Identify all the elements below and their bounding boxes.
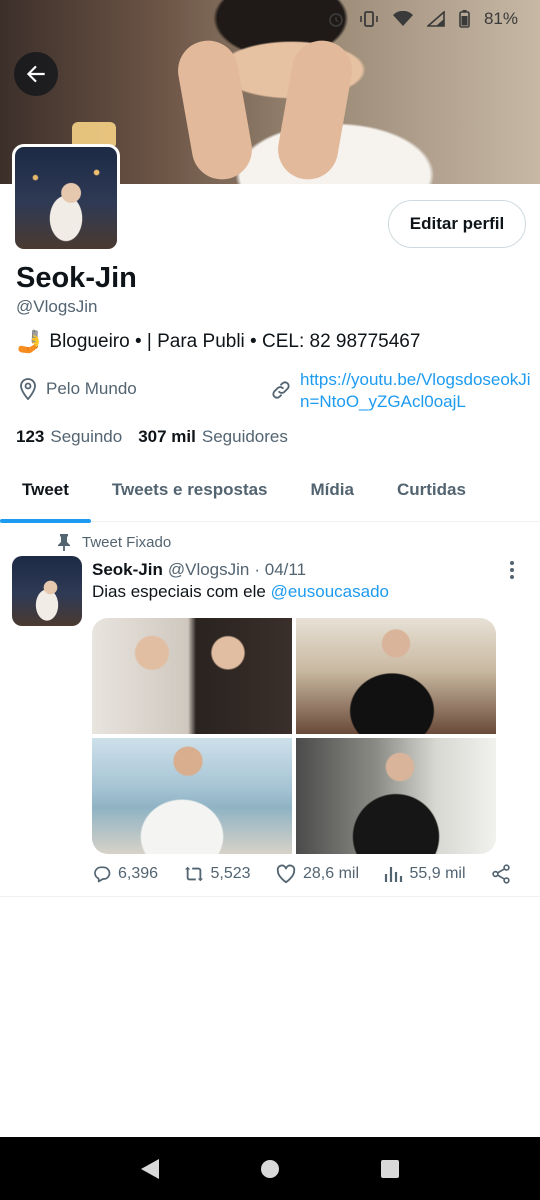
tab-tweets-and-replies[interactable]: Tweets e respostas [112, 458, 268, 522]
square-recents-icon [381, 1159, 399, 1178]
follow-stats: 123 Seguindo 307 mil Seguidores [16, 427, 288, 447]
followers-count: 307 mil [138, 427, 196, 446]
pinned-tweet-label: Tweet Fixado [56, 533, 171, 551]
tab-likes[interactable]: Curtidas [397, 458, 466, 522]
retweet-count: 5,523 [210, 865, 251, 882]
battery-level: 81% [483, 9, 518, 28]
views-count: 55,9 mil [409, 865, 466, 882]
reply-count: 6,396 [118, 865, 159, 882]
share-button[interactable] [490, 863, 512, 885]
tweet-mention[interactable]: @eusoucasado [271, 582, 389, 601]
profile-bio: 🤳 Blogueiro • | Para Publi • CEL: 82 987… [16, 329, 420, 355]
system-nav-bar [0, 1137, 540, 1200]
tweet-media-grid [92, 618, 496, 854]
more-vertical-icon [510, 561, 514, 579]
tweet-text: Dias especiais com ele @eusoucasado [92, 582, 389, 602]
battery-icon [459, 10, 470, 28]
views-icon [385, 867, 403, 882]
tweet-author-handle: @VlogsJin [167, 560, 250, 579]
heart-icon [276, 864, 296, 884]
tab-tweet[interactable]: Tweet [0, 458, 91, 523]
followers-label: Seguidores [201, 427, 288, 446]
profile-tabs: Tweet Tweets e respostas Mídia Curtidas [0, 458, 540, 523]
tweet-author-name[interactable]: Seok-Jin [92, 560, 163, 580]
selfie-emoji: 🤳 [16, 329, 44, 354]
tweet-photo-2[interactable] [296, 618, 496, 734]
tweet-header: Seok-Jin @VlogsJin · 04/11 [92, 560, 306, 580]
bio-text: Blogueiro • | Para Publi • CEL: 82 98775… [49, 331, 421, 352]
profile-handle: @VlogsJin [16, 297, 98, 316]
profile-link[interactable]: https://youtu.be/VlogsdoseokJin=NtoO_yZG… [270, 369, 536, 413]
share-icon [492, 864, 510, 884]
alarm-icon [329, 13, 343, 27]
wifi-icon [392, 11, 413, 26]
pin-icon [58, 534, 70, 551]
banner-lamp [72, 122, 116, 146]
edit-profile-button[interactable]: Editar perfil [388, 200, 526, 248]
profile-link-url[interactable]: https://youtu.be/VlogsdoseokJin=NtoO_yZG… [300, 369, 536, 413]
following-label: Seguindo [50, 427, 123, 446]
retweet-icon [184, 866, 203, 882]
tweet-photo-4[interactable] [296, 738, 496, 854]
like-button[interactable]: 28,6 mil [275, 864, 359, 884]
tweet-date: · 04/11 [254, 560, 307, 579]
following-count: 123 [16, 427, 45, 446]
profile-avatar[interactable] [12, 144, 120, 252]
tweet-divider [0, 896, 540, 897]
status-bar: 81% [0, 0, 540, 38]
tweet-more-button[interactable] [504, 558, 520, 582]
retweet-button[interactable]: 5,523 [183, 864, 251, 884]
followers-stat[interactable]: 307 mil Seguidores [138, 427, 288, 447]
nav-recents-button[interactable] [375, 1154, 405, 1184]
tweet-actions: 6,396 5,523 28,6 mil 55,9 mil [92, 863, 512, 885]
tweet-photo-3[interactable] [92, 738, 292, 854]
location-text: Pelo Mundo [46, 379, 137, 398]
following-stat[interactable]: 123 Seguindo [16, 427, 122, 447]
tweet-body: Dias especiais com ele [92, 582, 266, 601]
profile-display-name: Seok-Jin [16, 262, 137, 294]
reply-button[interactable]: 6,396 [92, 864, 158, 884]
triangle-back-icon [141, 1158, 159, 1179]
tweet-photo-1[interactable] [92, 618, 292, 734]
views-button[interactable]: 55,9 mil [383, 864, 466, 884]
location-pin-icon [20, 378, 36, 400]
circle-home-icon [261, 1159, 279, 1178]
tweet-author-avatar[interactable] [12, 556, 82, 626]
profile-location: Pelo Mundo [18, 378, 137, 400]
arrow-left-icon [26, 65, 45, 83]
banner-hand-left [173, 35, 257, 184]
reply-icon [94, 866, 111, 883]
nav-home-button[interactable] [255, 1154, 285, 1184]
like-count: 28,6 mil [303, 865, 360, 882]
signal-icon [426, 11, 445, 27]
vibrate-icon [360, 11, 378, 27]
tab-media[interactable]: Mídia [311, 458, 354, 522]
banner-hand-right [273, 35, 357, 184]
nav-back-button[interactable] [135, 1154, 165, 1184]
back-button[interactable] [14, 52, 58, 96]
link-icon [272, 381, 290, 399]
pinned-text: Tweet Fixado [82, 533, 172, 551]
